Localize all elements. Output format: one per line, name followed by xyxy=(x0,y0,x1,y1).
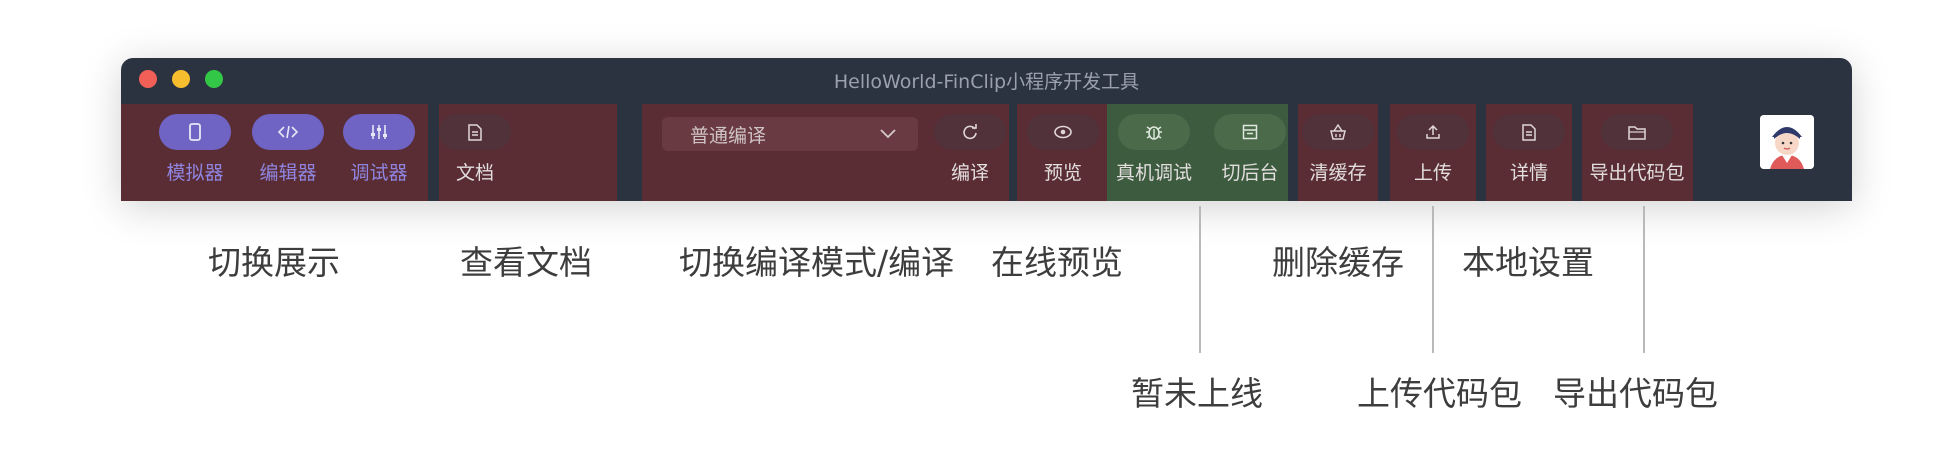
upload-label: 上传 xyxy=(1413,162,1452,184)
docs-button[interactable] xyxy=(439,114,511,150)
code-icon xyxy=(278,125,298,139)
annotation-upload-package: 上传代码包 xyxy=(1357,374,1522,413)
sliders-icon xyxy=(370,124,388,140)
clear-cache-tool[interactable]: 清缓存 xyxy=(1302,104,1374,201)
document-icon xyxy=(468,123,482,141)
details-label: 详情 xyxy=(1509,162,1548,184)
real-device-debug-tool[interactable]: 真机调试 xyxy=(1116,104,1192,201)
file-text-icon xyxy=(1522,123,1536,141)
export-package-button[interactable] xyxy=(1601,114,1673,150)
compile-mode-value: 普通编译 xyxy=(690,124,767,147)
simulator-tool[interactable]: 模拟器 xyxy=(159,104,231,201)
compile-group: 普通编译 编译 xyxy=(642,104,1009,201)
editor-tool[interactable]: 编辑器 xyxy=(252,104,324,201)
annotation-switch-display: 切换展示 xyxy=(208,243,340,282)
docs-tool[interactable]: 文档 xyxy=(439,104,511,201)
upload-icon xyxy=(1425,124,1441,140)
editor-button[interactable] xyxy=(252,114,324,150)
simulator-button[interactable] xyxy=(159,114,231,150)
annotation-not-online: 暂未上线 xyxy=(1131,374,1263,413)
phone-icon xyxy=(188,123,202,141)
app-window: HelloWorld-FinClip小程序开发工具 模拟器 编辑器 调试器 文档… xyxy=(121,58,1852,201)
upload-button[interactable] xyxy=(1397,114,1469,150)
pointer-line-upload xyxy=(1432,206,1434,353)
title-bar: HelloWorld-FinClip小程序开发工具 xyxy=(121,58,1852,98)
details-group: 详情 xyxy=(1486,104,1572,201)
annotation-delete-cache: 删除缓存 xyxy=(1272,243,1404,282)
basket-icon xyxy=(1329,124,1347,140)
compile-mode-select[interactable]: 普通编译 xyxy=(662,117,918,151)
chevron-down-icon xyxy=(878,124,898,144)
real-device-debug-label: 真机调试 xyxy=(1115,162,1192,184)
upload-group: 上传 xyxy=(1390,104,1476,201)
user-avatar[interactable] xyxy=(1760,115,1814,169)
bug-icon xyxy=(1145,123,1163,141)
debugger-label: 调试器 xyxy=(350,162,408,184)
preview-tool[interactable]: 预览 xyxy=(1027,104,1099,201)
upload-tool[interactable]: 上传 xyxy=(1397,104,1469,201)
view-switch-group: 模拟器 编辑器 调试器 xyxy=(121,104,428,201)
preview-button[interactable] xyxy=(1027,114,1099,150)
docs-label: 文档 xyxy=(455,162,494,184)
details-tool[interactable]: 详情 xyxy=(1493,104,1565,201)
preview-label: 预览 xyxy=(1043,162,1082,184)
refresh-icon xyxy=(961,123,979,141)
annotation-switch-compile: 切换编译模式/编译 xyxy=(679,243,955,282)
background-label: 切后台 xyxy=(1221,162,1279,184)
window-title: HelloWorld-FinClip小程序开发工具 xyxy=(833,71,1140,93)
annotation-online-preview: 在线预览 xyxy=(991,243,1123,282)
real-device-debug-button[interactable] xyxy=(1118,114,1190,150)
annotation-local-settings: 本地设置 xyxy=(1462,243,1594,282)
eye-icon xyxy=(1053,125,1073,139)
compile-label: 编译 xyxy=(950,162,989,184)
debugger-tool[interactable]: 调试器 xyxy=(343,104,415,201)
window-icon xyxy=(1242,124,1258,140)
folder-icon xyxy=(1628,125,1646,140)
pointer-line-export xyxy=(1643,206,1645,353)
export-package-tool[interactable]: 导出代码包 xyxy=(1589,104,1685,201)
compile-tool[interactable]: 编译 xyxy=(934,104,1006,201)
device-debug-group: 真机调试 切后台 xyxy=(1107,104,1288,201)
avatar-icon xyxy=(1760,115,1814,169)
preview-group: 预览 xyxy=(1017,104,1109,201)
clear-cache-group: 清缓存 xyxy=(1298,104,1378,201)
editor-label: 编辑器 xyxy=(259,162,317,184)
simulator-label: 模拟器 xyxy=(166,162,224,184)
background-tool[interactable]: 切后台 xyxy=(1214,104,1286,201)
docs-group: 文档 xyxy=(439,104,617,201)
clear-cache-button[interactable] xyxy=(1302,114,1374,150)
details-button[interactable] xyxy=(1493,114,1565,150)
background-button[interactable] xyxy=(1214,114,1286,150)
export-package-label: 导出代码包 xyxy=(1589,162,1685,184)
clear-cache-label: 清缓存 xyxy=(1309,162,1367,184)
compile-button[interactable] xyxy=(934,114,1006,150)
annotation-view-docs: 查看文档 xyxy=(460,243,592,282)
debugger-button[interactable] xyxy=(343,114,415,150)
export-group: 导出代码包 xyxy=(1582,104,1693,201)
annotation-export-package: 导出代码包 xyxy=(1553,374,1718,413)
pointer-line-not-online xyxy=(1199,206,1201,353)
